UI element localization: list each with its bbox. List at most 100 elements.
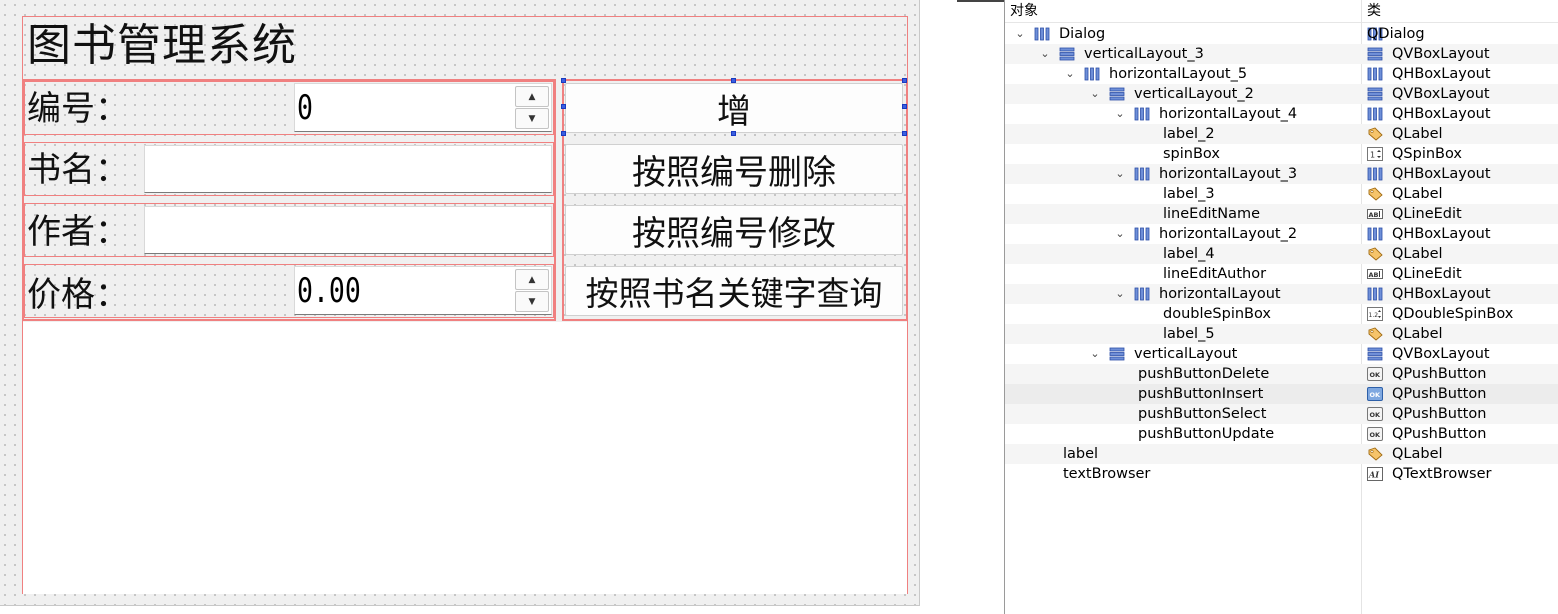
spinbox-icon: 1 [1367, 147, 1383, 161]
id-spinbox[interactable]: 0 ▲ ▼ [294, 83, 552, 132]
tree-row-name: horizontalLayout_4 [1159, 106, 1298, 122]
tree-row-name: verticalLayout_2 [1134, 86, 1254, 102]
chevron-down-icon[interactable]: ⌄ [1038, 44, 1052, 64]
tree-row-name: horizontalLayout [1159, 286, 1281, 302]
tree-row-class: QHBoxLayout [1392, 106, 1491, 122]
object-column-header[interactable]: 对象 [1010, 0, 1038, 22]
tree-row-horizontalLayout[interactable]: ⌄ horizontalLayout QHBoxLayout [1005, 284, 1558, 304]
tree-row-class: QVBoxLayout [1392, 86, 1490, 102]
selection-handle[interactable] [902, 78, 907, 83]
author-input[interactable] [144, 206, 552, 254]
tree-row-name: pushButtonDelete [1138, 366, 1270, 382]
tree-row-name: horizontalLayout_5 [1109, 66, 1248, 82]
book-name-input[interactable] [144, 145, 552, 193]
chevron-down-icon[interactable]: ⌄ [1113, 224, 1127, 244]
tree-row-Dialog[interactable]: ⌄ Dialog QDialog [1005, 24, 1558, 44]
pushbutton-icon: OK [1367, 407, 1383, 421]
chevron-down-icon[interactable]: ⌄ [1088, 84, 1102, 104]
tree-row-verticalLayout_3[interactable]: ⌄ verticalLayout_3 QVBoxLayout [1005, 44, 1558, 64]
tree-row-pushButtonUpdate[interactable]: pushButtonUpdate OK QPushButton [1005, 424, 1558, 444]
delete-by-id-button[interactable]: 按照编号删除 [565, 144, 903, 194]
chevron-down-icon[interactable]: ⌄ [1113, 284, 1127, 304]
tree-row-textBrowser[interactable]: textBrowser AI QTextBrowser [1005, 464, 1558, 484]
tree-row-name: horizontalLayout_3 [1159, 166, 1298, 182]
price-label: 价格： [27, 275, 129, 315]
tree-row-class: QLabel [1392, 326, 1443, 342]
svg-text:OK: OK [1370, 411, 1382, 419]
selection-handle[interactable] [731, 131, 736, 136]
svg-text:OK: OK [1370, 391, 1382, 399]
tree-row-name: label_2 [1163, 126, 1215, 142]
vbox-icon [1059, 47, 1075, 61]
tree-row-horizontalLayout_2[interactable]: ⌄ horizontalLayout_2 QHBoxLayout [1005, 224, 1558, 244]
tree-row-horizontalLayout_3[interactable]: ⌄ horizontalLayout_3 QHBoxLayout [1005, 164, 1558, 184]
textbrowser-icon: AI [1367, 467, 1383, 481]
insert-button[interactable]: 增 [565, 83, 903, 133]
chevron-down-icon[interactable]: ⌄ [1013, 24, 1027, 44]
tree-row-horizontalLayout_4[interactable]: ⌄ horizontalLayout_4 QHBoxLayout [1005, 104, 1558, 124]
tree-row-pushButtonInsert[interactable]: pushButtonInsert OK QPushButton [1005, 384, 1558, 404]
tree-row-label_2[interactable]: label_2 QLabel [1005, 124, 1558, 144]
class-column-header[interactable]: 类 [1367, 0, 1381, 22]
tree-row-name: pushButtonSelect [1138, 406, 1267, 422]
tree-row-lineEditName[interactable]: lineEditName AB QLineEdit [1005, 204, 1558, 224]
selection-handle[interactable] [902, 104, 907, 109]
tree-row-name: verticalLayout_3 [1084, 46, 1204, 62]
tree-row-verticalLayout_2[interactable]: ⌄ verticalLayout_2 QVBoxLayout [1005, 84, 1558, 104]
price-spinbox-value: 0.00 [297, 271, 361, 311]
tree-row-spinBox[interactable]: spinBox 1 QSpinBox [1005, 144, 1558, 164]
chevron-down-icon[interactable]: ⌄ [1113, 104, 1127, 124]
selection-handle[interactable] [561, 78, 566, 83]
name-label: 书名： [27, 150, 129, 190]
selection-handle[interactable] [902, 131, 907, 136]
hbox-icon [1134, 167, 1150, 181]
spin-down-button[interactable]: ▼ [515, 108, 549, 129]
label-icon [1367, 127, 1383, 141]
chevron-down-icon[interactable]: ⌄ [1063, 64, 1077, 84]
doublespin-icon: 1.2 [1367, 307, 1383, 321]
hbox-icon [1134, 107, 1150, 121]
svg-text:AI: AI [1368, 470, 1379, 480]
tree-row-pushButtonSelect[interactable]: pushButtonSelect OK QPushButton [1005, 404, 1558, 424]
vbox-icon [1109, 87, 1125, 101]
tree-row-name: spinBox [1163, 146, 1220, 162]
hbox-icon [1367, 167, 1383, 181]
tree-row-pushButtonDelete[interactable]: pushButtonDelete OK QPushButton [1005, 364, 1558, 384]
tree-row-label_3[interactable]: label_3 QLabel [1005, 184, 1558, 204]
tree-row-label_4[interactable]: label_4 QLabel [1005, 244, 1558, 264]
text-browser[interactable] [23, 322, 907, 594]
update-by-id-button[interactable]: 按照编号修改 [565, 205, 903, 255]
tree-row-class: QLineEdit [1392, 206, 1462, 222]
lineedit-icon: AB [1367, 267, 1383, 281]
arrow-up-icon: ▲ [528, 91, 536, 102]
tree-row-doubleSpinBox[interactable]: doubleSpinBox 1.2 QDoubleSpinBox [1005, 304, 1558, 324]
tree-row-label_5[interactable]: label_5 QLabel [1005, 324, 1558, 344]
svg-text:1.2: 1.2 [1369, 312, 1379, 319]
chevron-down-icon[interactable]: ⌄ [1088, 344, 1102, 364]
price-double-spinbox[interactable]: 0.00 ▲ ▼ [294, 266, 552, 315]
spin-up-button[interactable]: ▲ [515, 269, 549, 290]
spin-up-button[interactable]: ▲ [515, 86, 549, 107]
tree-row-lineEditAuthor[interactable]: lineEditAuthor AB QLineEdit [1005, 264, 1558, 284]
selection-handle[interactable] [561, 104, 566, 109]
selection-handle[interactable] [561, 131, 566, 136]
selection-handle[interactable] [731, 78, 736, 83]
page-title: 图书管理系统 [27, 20, 297, 71]
designer-canvas[interactable]: 图书管理系统 编号： 0 ▲ ▼ 书名： 作者： 价格： 0.00 ▲ ▼ 增 … [0, 0, 920, 606]
label-icon [1367, 247, 1383, 261]
hbox-icon [1367, 287, 1383, 301]
arrow-down-icon: ▼ [528, 296, 536, 307]
object-inspector[interactable]: 对象 类 ⌄ Dialog QDialog ⌄ verticalLayout_3 QVBo… [1004, 0, 1558, 614]
tree-row-name: label [1063, 446, 1099, 462]
chevron-down-icon[interactable]: ⌄ [1113, 164, 1127, 184]
tree-row-label[interactable]: label QLabel [1005, 444, 1558, 464]
label-icon [1367, 187, 1383, 201]
spin-down-button[interactable]: ▼ [515, 291, 549, 312]
tree-row-name: Dialog [1059, 26, 1106, 42]
search-by-keyword-button[interactable]: 按照书名关键字查询 [565, 266, 903, 316]
tree-row-horizontalLayout_5[interactable]: ⌄ horizontalLayout_5 QHBoxLayout [1005, 64, 1558, 84]
tree-row-verticalLayout[interactable]: ⌄ verticalLayout QVBoxLayout [1005, 344, 1558, 364]
vbox-icon [1109, 347, 1125, 361]
vbox-icon [1367, 347, 1383, 361]
svg-text:OK: OK [1370, 431, 1382, 439]
